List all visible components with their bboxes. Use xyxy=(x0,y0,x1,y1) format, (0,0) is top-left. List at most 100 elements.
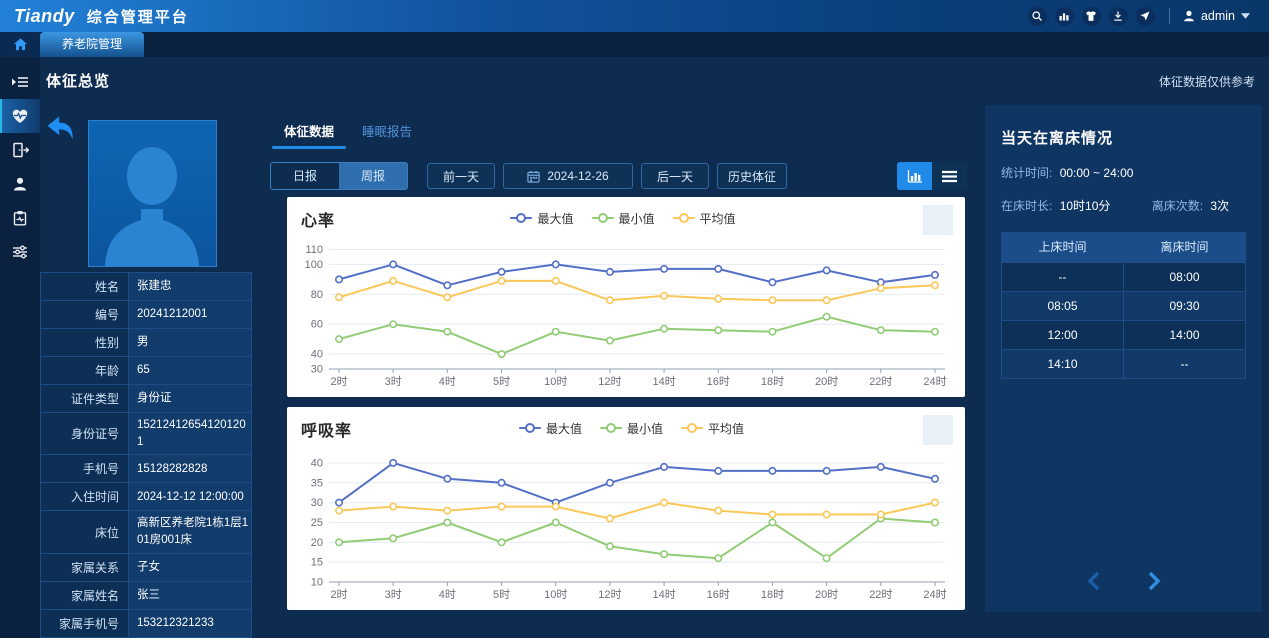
sidebar-item-settings[interactable] xyxy=(0,235,40,269)
profile-field-label: 入住时间 xyxy=(41,483,129,510)
svg-text:12时: 12时 xyxy=(598,588,621,601)
list-view-button[interactable] xyxy=(932,162,967,190)
stat-label: 统计时间: xyxy=(1001,166,1052,180)
user-menu[interactable]: admin xyxy=(1182,9,1255,23)
profile-field-value: 20241212001 xyxy=(129,301,251,328)
table-row: 12:0014:00 xyxy=(1002,321,1245,350)
profile-field-row: 家属姓名张三 xyxy=(41,582,251,610)
search-icon[interactable] xyxy=(1028,7,1047,26)
heart-rate-card: 心率 最大值最小值平均值 304060801001102时3时4时5时10时12… xyxy=(287,197,965,397)
bed-panel-title: 当天在离床情况 xyxy=(1001,127,1246,148)
stat-value: 3次 xyxy=(1210,199,1229,213)
prev-page-button[interactable] xyxy=(1087,571,1101,596)
table-cell: 14:10 xyxy=(1002,350,1124,378)
heart-rate-legend: 最大值 最小值 平均值 xyxy=(295,210,951,229)
profile-field-row: 年龄65 xyxy=(41,357,251,385)
svg-text:14时: 14时 xyxy=(652,375,675,388)
sidebar-item-records[interactable] xyxy=(0,201,40,235)
home-button[interactable] xyxy=(0,32,40,57)
svg-text:80: 80 xyxy=(311,289,323,301)
clipboard-medical-icon xyxy=(12,210,28,226)
profile-field-value: 65 xyxy=(129,357,251,384)
profile-field-value: 男 xyxy=(129,329,251,356)
legend-item[interactable]: 平均值 xyxy=(673,210,736,227)
bed-status-panel: 当天在离床情况 统计时间: 00:00 ~ 24:00 在床时长: 10时10分… xyxy=(985,105,1262,612)
profile-field-value: 152124126541201201 xyxy=(129,413,251,454)
stats-icon[interactable] xyxy=(1055,7,1074,26)
heart-rate-chart: 304060801001102时3时4时5时10时12时14时16时18时20时… xyxy=(293,237,959,395)
svg-text:20: 20 xyxy=(311,537,323,549)
sidebar-item-menu[interactable] xyxy=(0,65,40,99)
history-vitals-button[interactable]: 历史体征 xyxy=(717,163,787,189)
svg-text:30: 30 xyxy=(311,497,323,509)
main-content: 体征总览 体征数据仅供参考 姓名张建忠编号20241212001性别男年龄65证… xyxy=(40,57,1269,638)
profile-field-value: 子女 xyxy=(129,554,251,581)
legend-label: 平均值 xyxy=(708,420,744,437)
respiration-card: 呼吸率 最大值最小值平均值 101520253035402时3时4时5时10时1… xyxy=(287,407,965,610)
tab-bar: 养老院管理 xyxy=(0,32,1269,57)
download-icon[interactable] xyxy=(1109,7,1128,26)
legend-item[interactable]: 最大值 xyxy=(519,420,582,437)
sidebar-item-vitals[interactable] xyxy=(0,99,40,133)
svg-text:10: 10 xyxy=(311,577,323,589)
profile-field-row: 编号20241212001 xyxy=(41,301,251,329)
svg-text:12时: 12时 xyxy=(598,375,621,388)
pagination xyxy=(985,571,1262,596)
table-header-row: 上床时间离床时间 xyxy=(1002,233,1245,263)
chart-controls: 日报 周报 前一天 2024-12-26 后一天 历史体征 xyxy=(270,162,975,190)
tab-nursing-home[interactable]: 养老院管理 xyxy=(40,32,144,57)
legend-label: 最大值 xyxy=(537,210,573,227)
person-icon xyxy=(12,176,28,192)
legend-item[interactable]: 最大值 xyxy=(510,210,573,227)
date-picker[interactable]: 2024-12-26 xyxy=(503,163,633,189)
stat-label: 离床次数: xyxy=(1152,199,1203,213)
svg-text:2时: 2时 xyxy=(330,588,347,601)
header-divider xyxy=(1169,8,1170,24)
tab-vital-data[interactable]: 体征数据 xyxy=(270,117,348,147)
svg-text:30: 30 xyxy=(311,364,323,376)
chevron-down-icon xyxy=(1241,13,1250,19)
legend-item[interactable]: 最小值 xyxy=(600,420,663,437)
sidebar-item-door[interactable] xyxy=(0,133,40,167)
send-icon[interactable] xyxy=(1136,7,1155,26)
daily-report-button[interactable]: 日报 xyxy=(271,163,339,189)
heart-rate-header: 心率 最大值最小值平均值 xyxy=(287,197,965,231)
prev-day-button[interactable]: 前一天 xyxy=(427,163,495,189)
vitals-section: 体征数据 睡眠报告 日报 周报 前一天 2024-12-26 后一天 历史体征 xyxy=(270,117,975,637)
chart-toolbox[interactable] xyxy=(923,415,953,445)
svg-text:3时: 3时 xyxy=(385,375,402,388)
profile-field-value: 张三 xyxy=(129,582,251,609)
legend-label: 平均值 xyxy=(700,210,736,227)
profile-field-label: 性别 xyxy=(41,329,129,356)
next-day-button[interactable]: 后一天 xyxy=(641,163,709,189)
profile-field-value: 张建忠 xyxy=(129,273,251,300)
svg-text:18时: 18时 xyxy=(761,375,784,388)
profile-field-row: 家属关系子女 xyxy=(41,554,251,582)
profile-field-row: 床位高新区养老院1栋1层101房001床 xyxy=(41,511,251,553)
profile-field-label: 床位 xyxy=(41,511,129,552)
svg-text:25: 25 xyxy=(311,517,323,529)
calendar-icon xyxy=(527,170,540,183)
next-page-button[interactable] xyxy=(1147,571,1161,596)
legend-item[interactable]: 平均值 xyxy=(681,420,744,437)
profile-field-value: 153212321233 xyxy=(129,610,251,637)
svg-text:14时: 14时 xyxy=(652,588,675,601)
svg-text:2时: 2时 xyxy=(330,375,347,388)
profile-field-label: 家属关系 xyxy=(41,554,129,581)
resident-photo xyxy=(88,120,217,267)
svg-text:24时: 24时 xyxy=(923,375,946,388)
back-button[interactable] xyxy=(44,112,76,144)
chart-view-button[interactable] xyxy=(897,162,932,190)
sidebar-item-person[interactable] xyxy=(0,167,40,201)
chart-toolbox[interactable] xyxy=(923,205,953,235)
legend-item[interactable]: 最小值 xyxy=(592,210,655,227)
weekly-report-button[interactable]: 周报 xyxy=(339,163,407,189)
home-icon xyxy=(13,37,28,52)
profile-field-value: 高新区养老院1栋1层101房001床 xyxy=(129,511,251,552)
tab-sleep-report[interactable]: 睡眠报告 xyxy=(348,117,426,147)
profile-field-label: 家属姓名 xyxy=(41,582,129,609)
theme-icon[interactable] xyxy=(1082,7,1101,26)
stat-durations: 在床时长: 10时10分 离床次数: 3次 xyxy=(1001,197,1246,214)
sliders-icon xyxy=(12,244,28,260)
table-row: --08:00 xyxy=(1002,263,1245,292)
